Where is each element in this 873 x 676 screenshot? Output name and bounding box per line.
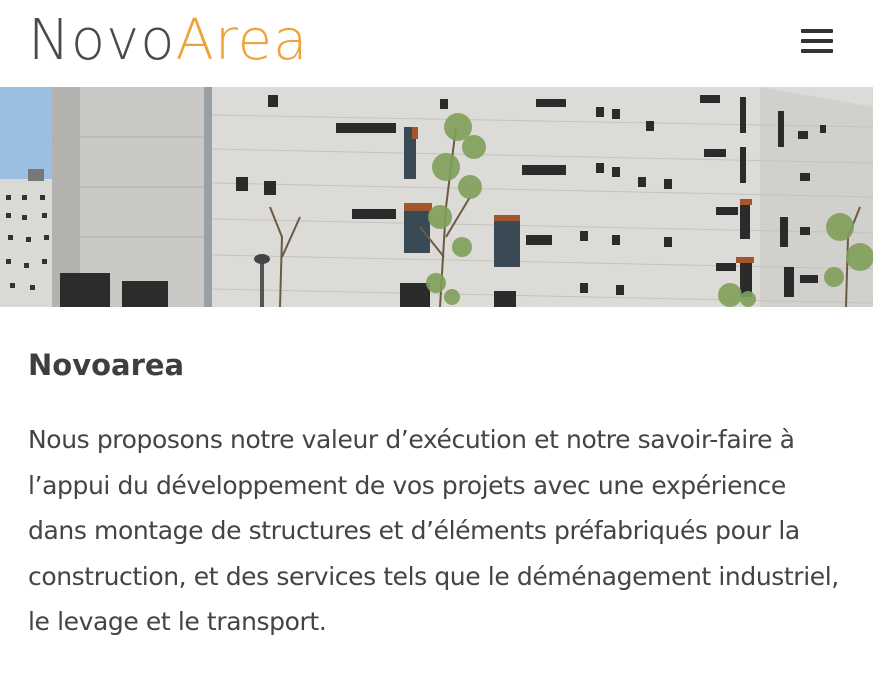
menu-bar [801,39,833,43]
intro-paragraph: Nous proposons notre valeur d’exécution … [28,425,839,636]
logo-text-novo: Novo [28,8,176,73]
menu-bar [801,29,833,33]
hero-image [0,87,873,307]
page-title: Novoarea [28,348,185,382]
site-header: NovoArea [0,0,873,87]
menu-bar [801,49,833,53]
logo-text-area: Area [175,8,309,73]
hamburger-menu-icon[interactable] [801,29,833,53]
building-photo [0,87,873,307]
brand-logo[interactable]: NovoArea [28,8,308,74]
main-content: Novoarea Nous proposons notre valeur d’e… [0,347,873,645]
